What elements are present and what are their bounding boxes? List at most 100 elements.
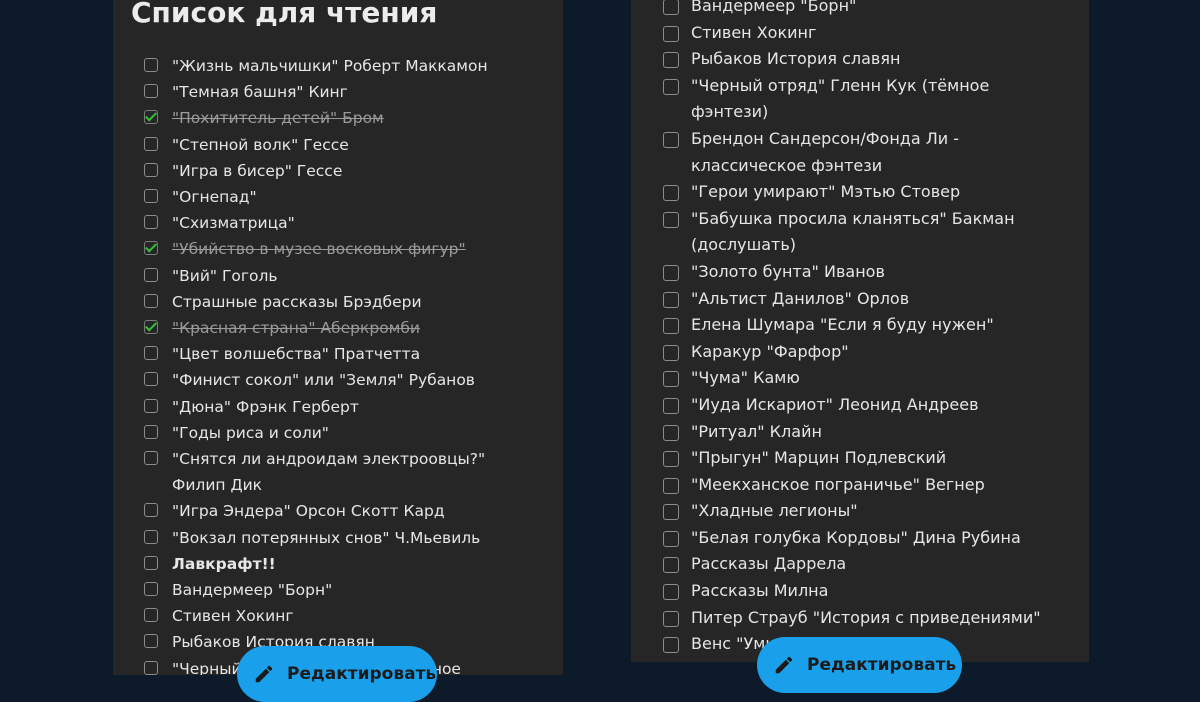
list-item[interactable]: "Красная страна" Аберкромби [113,315,563,341]
checkbox[interactable] [144,293,158,308]
checkbox[interactable] [144,529,158,544]
list-item[interactable]: "Ритуал" Клайн [631,419,1089,446]
checkbox[interactable] [144,660,158,675]
checkbox[interactable] [663,557,679,574]
checkbox[interactable] [144,608,158,623]
list-item-label: "Меекханское пограничье" Вегнер [691,474,985,494]
list-item[interactable]: Страшные рассказы Брэдбери [113,289,563,315]
list-item-label: "Вокзал потерянных снов" Ч.Мьевиль [172,528,481,547]
checkbox[interactable] [663,185,679,202]
checkbox[interactable] [663,504,679,521]
list-item[interactable]: "Вий" Гоголь [113,263,563,289]
list-item[interactable]: "Цвет волшебства" Пратчетта [113,341,563,367]
list-item[interactable]: "Схизматрица" [113,210,563,236]
list-item[interactable]: "Годы риса и соли" [113,420,563,446]
list-item[interactable]: "Хладные легионы" [631,498,1089,525]
list-item[interactable]: Рассказы Даррела [631,551,1089,578]
checkbox[interactable] [144,555,158,570]
list-item[interactable]: "Белая голубка Кордовы" Дина Рубина [631,525,1089,552]
checkbox[interactable] [663,211,679,228]
list-item-label: Питер Страуб "История с приведениями" [691,607,1041,627]
list-item[interactable]: "Герои умирают" Мэтью Стовер [631,179,1089,206]
list-item[interactable]: "Дюна" Фрэнк Герберт [113,394,563,420]
list-item[interactable]: "Чума" Камю [631,365,1089,392]
checkbox[interactable] [663,318,679,335]
checkbox[interactable] [663,451,679,468]
list-item[interactable]: Вандермеер "Борн" [631,0,1089,20]
checkbox[interactable] [663,637,679,654]
checkbox[interactable] [144,320,158,335]
checkbox[interactable] [663,78,679,95]
list-item[interactable]: "Снятся ли андроидам электроовцы?" Филип… [113,446,563,498]
list-item[interactable]: "Огнепад" [113,184,563,210]
list-item[interactable]: Брендон Сандерсон/Фонда Ли - классическо… [631,126,1089,179]
list-item-label: Вандермеер "Борн" [691,0,857,15]
checkbox[interactable] [144,215,158,230]
checkbox[interactable] [144,189,158,204]
list-item[interactable]: "Иуда Искариот" Леонид Андреев [631,392,1089,419]
checkbox[interactable] [144,267,158,282]
checkbox[interactable] [663,397,679,414]
list-item[interactable]: Каракур "Фарфор" [631,339,1089,366]
list-item[interactable]: Стивен Хокинг [113,603,563,629]
checkbox[interactable] [663,584,679,601]
list-item[interactable]: "Альтист Данилов" Орлов [631,286,1089,313]
list-item[interactable]: "Прыгун" Марцин Подлевский [631,445,1089,472]
list-item[interactable]: Питер Страуб "История с приведениями" [631,605,1089,632]
checkbox[interactable] [663,0,679,15]
checkbox[interactable] [663,530,679,547]
list-item[interactable]: Елена Шумара "Если я буду нужен" [631,312,1089,339]
list-item[interactable]: "Жизнь мальчишки" Роберт Маккамон [113,53,563,79]
checkbox[interactable] [144,58,158,72]
checkbox[interactable] [663,264,679,281]
checkbox[interactable] [144,424,158,439]
checkbox[interactable] [144,162,158,177]
list-item-label: "Прыгун" Марцин Подлевский [691,448,947,468]
checkbox[interactable] [144,372,158,387]
checkbox[interactable] [663,25,679,42]
list-item[interactable]: "Темная башня" Кинг [113,79,563,105]
checkbox[interactable] [144,398,158,413]
list-item[interactable]: "Вокзал потерянных снов" Ч.Мьевиль [113,525,563,551]
checkbox[interactable] [663,344,679,361]
right-reading-list-panel: Вандермеер "Борн" Стивен Хокинг Рыбаков Ис… [631,0,1089,662]
checkbox[interactable] [144,241,158,256]
list-item[interactable]: Лавкрафт!! [113,551,563,577]
checkbox[interactable] [663,131,679,148]
checkbox[interactable] [663,52,679,69]
checkbox[interactable] [663,371,679,388]
list-item[interactable]: Вандермеер "Борн" [113,577,563,603]
checkbox[interactable] [663,610,679,627]
checkbox[interactable] [144,451,158,466]
checkbox[interactable] [144,84,158,99]
list-item[interactable]: "Меекханское пограничье" Вегнер [631,472,1089,499]
list-item-label: "Альтист Данилов" Орлов [691,288,910,308]
edit-button[interactable]: Редактировать [757,637,962,693]
list-item-label: Каракур "Фарфор" [691,341,849,361]
list-item[interactable]: "Золото бунта" Иванов [631,259,1089,286]
edit-button[interactable]: Редактировать [237,646,437,702]
list-item-label: Рассказы Милна [691,581,829,601]
checkbox[interactable] [144,346,158,361]
list-item[interactable]: "Убийство в музее восковых фигур" [113,236,563,262]
list-item-label: Стивен Хокинг [172,607,294,626]
list-item[interactable]: "Черный отряд" Гленн Кук (тёмное фэнтези… [631,73,1089,126]
checkbox[interactable] [144,136,158,151]
list-item[interactable]: "Степной волк" Гессе [113,132,563,158]
list-item[interactable]: Стивен Хокинг [631,20,1089,47]
checkbox[interactable] [663,291,679,308]
checkbox[interactable] [144,634,158,649]
list-item[interactable]: "Игра в бисер" Гессе [113,158,563,184]
checkbox[interactable] [663,477,679,494]
checkbox[interactable] [144,110,158,125]
list-item[interactable]: "Финист сокол" или "Земля" Рубанов [113,367,563,393]
list-item[interactable]: "Бабушка просила кланяться" Бакман (досл… [631,206,1089,259]
list-item[interactable]: Рыбаков История славян [631,46,1089,73]
checkbox[interactable] [663,424,679,441]
list-item[interactable]: "Похититель детей" Бром [113,105,563,131]
checkbox[interactable] [144,503,158,518]
checkbox[interactable] [144,582,158,597]
list-item[interactable]: Рассказы Милна [631,578,1089,605]
list-item[interactable]: "Игра Эндера" Орсон Скотт Кард [113,498,563,524]
list-item-label: "Иуда Искариот" Леонид Андреев [691,394,979,414]
